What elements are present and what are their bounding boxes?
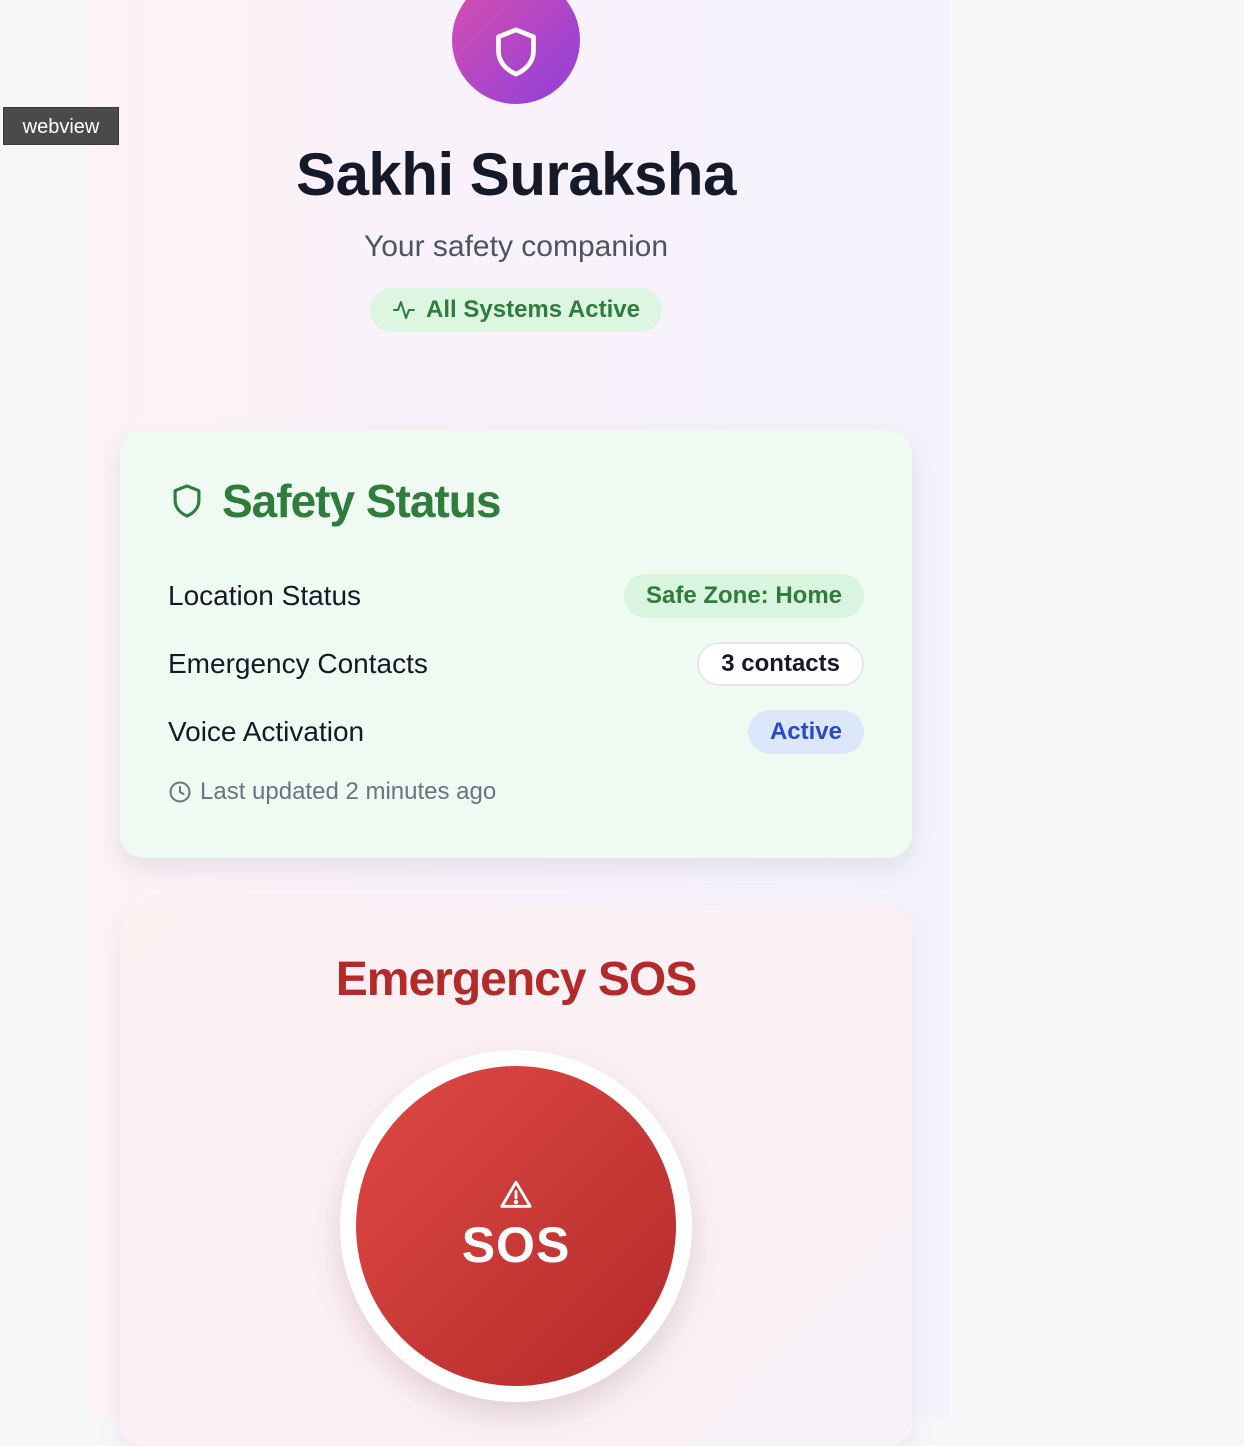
emergency-contacts-label: Emergency Contacts	[168, 648, 428, 679]
clock-icon	[169, 781, 191, 803]
sos-button-ring: SOS	[340, 1050, 692, 1402]
voice-activation-label: Voice Activation	[168, 716, 365, 747]
location-status-label: Location Status	[168, 580, 362, 611]
app-title: Sakhi Suraksha	[296, 141, 736, 208]
location-status-row: Location Status Safe Zone: Home	[168, 574, 864, 618]
shield-icon	[496, 27, 536, 77]
sos-button-label: SOS	[461, 1217, 571, 1273]
voice-activation-row: Voice Activation Active	[168, 710, 864, 754]
safety-status-title: Safety Status	[222, 475, 501, 527]
emergency-contacts-badge: 3 contacts	[697, 642, 864, 686]
systems-status-label: All Systems Active	[426, 296, 640, 323]
voice-activation-badge: Active	[747, 710, 864, 754]
safety-status-card: Safety Status Location Status Safe Zone:…	[120, 430, 912, 858]
shield-icon	[173, 484, 201, 518]
warning-triangle-icon	[500, 1180, 532, 1208]
systems-status-badge: All Systems Active	[370, 288, 662, 332]
last-updated-text: Last updated 2 minutes ago	[200, 778, 497, 805]
safety-status-heading: Safety Status	[168, 474, 501, 528]
app-subtitle: Your safety companion	[363, 230, 669, 263]
emergency-contacts-row: Emergency Contacts 3 contacts	[168, 642, 864, 686]
emergency-sos-card: Emergency SOS SOS	[120, 906, 912, 1446]
last-updated: Last updated 2 minutes ago	[168, 778, 496, 806]
location-status-badge: Safe Zone: Home	[623, 574, 864, 618]
activity-icon	[393, 301, 416, 319]
sos-button[interactable]: SOS	[356, 1066, 676, 1386]
emergency-sos-title: Emergency SOS	[335, 953, 698, 1006]
